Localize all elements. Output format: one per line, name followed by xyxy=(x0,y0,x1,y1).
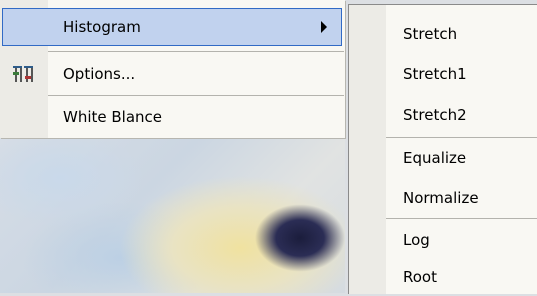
menu-item-histogram[interactable]: Histogram xyxy=(2,8,342,46)
menu-item-label: White Blance xyxy=(63,108,163,126)
submenu-item-label: Normalize xyxy=(403,189,479,207)
menu-item-label: Histogram xyxy=(63,18,141,36)
submenu-item-label: Equalize xyxy=(403,149,467,167)
submenu-item-label: Stretch xyxy=(403,25,458,43)
submenu-separator xyxy=(386,137,537,138)
submenu-item-root[interactable]: Root xyxy=(403,258,437,296)
context-menu: Histogram Options... White Blance xyxy=(0,0,345,138)
submenu-separator xyxy=(386,218,537,219)
image-background xyxy=(0,138,345,293)
options-icon xyxy=(13,66,33,82)
menu-separator xyxy=(48,51,344,52)
submenu-item-label: Root xyxy=(403,268,437,286)
menu-item-label: Options... xyxy=(63,65,136,83)
submenu-item-label: Stretch2 xyxy=(403,106,467,124)
menu-item-options[interactable]: Options... xyxy=(0,55,345,93)
histogram-submenu: Stretch Stretch1 Stretch2 Equalize Norma… xyxy=(348,4,537,294)
submenu-arrow-icon xyxy=(321,21,327,33)
submenu-item-label: Log xyxy=(403,231,430,249)
submenu-item-label: Stretch1 xyxy=(403,65,467,83)
menu-separator xyxy=(48,95,344,96)
submenu-item-stretch1[interactable]: Stretch1 xyxy=(403,55,467,93)
menu-item-white-balance[interactable]: White Blance xyxy=(0,98,345,136)
submenu-item-log[interactable]: Log xyxy=(403,221,430,259)
submenu-gutter xyxy=(349,5,386,294)
submenu-item-stretch[interactable]: Stretch xyxy=(403,15,457,53)
submenu-item-normalize[interactable]: Normalize xyxy=(403,179,479,217)
submenu-item-equalize[interactable]: Equalize xyxy=(403,139,466,177)
submenu-item-stretch2[interactable]: Stretch2 xyxy=(403,96,467,134)
